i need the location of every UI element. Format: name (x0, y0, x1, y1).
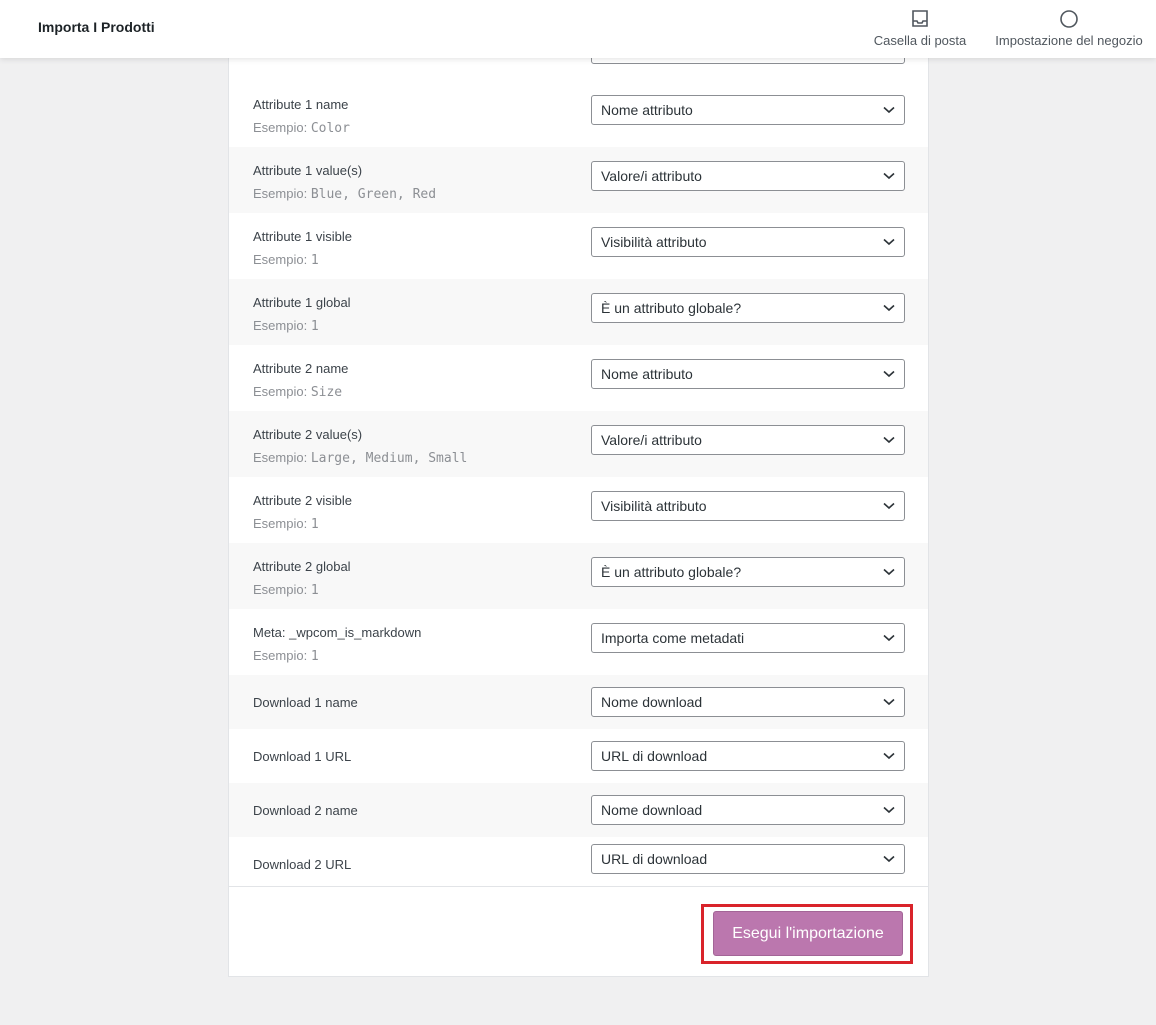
chevron-down-icon (883, 304, 895, 312)
column-example: Esempio: 1 (253, 648, 319, 664)
column-label: Attribute 1 global (253, 295, 351, 310)
chevron-down-icon (883, 172, 895, 180)
chevron-down-icon (883, 806, 895, 814)
column-label: Download 1 name (253, 695, 358, 710)
chevron-down-icon (883, 855, 895, 863)
chevron-down-icon (883, 568, 895, 576)
column-label: Attribute 1 name (253, 97, 349, 112)
column-example: Esempio: Blue, Green, Red (253, 186, 437, 202)
mapping-row: Attribute 2 global Esempio: 1 È un attri… (229, 543, 928, 609)
mapping-row: Attribute 1 value(s) Esempio: Blue, Gree… (229, 147, 928, 213)
mapping-row: Attribute 1 global Esempio: 1 È un attri… (229, 279, 928, 345)
chevron-down-icon (883, 370, 895, 378)
mapping-select[interactable]: Nome download (591, 795, 905, 825)
mapping-select[interactable]: Nome download (591, 687, 905, 717)
column-example: Esempio: 1 (253, 252, 319, 268)
column-example: Esempio: 1 (253, 318, 319, 334)
chevron-down-icon (883, 106, 895, 114)
store-settings-label: Impostazione del negozio (995, 33, 1143, 48)
chevron-down-icon (883, 698, 895, 706)
mapping-row: Download 1 name Nome download (229, 675, 928, 729)
mapping-select[interactable]: URL di download (591, 741, 905, 771)
chevron-down-icon (883, 238, 895, 246)
mapping-row: Download 1 URL URL di download (229, 729, 928, 783)
top-bar: Importa I Prodotti Casella di posta Impo… (0, 0, 1156, 58)
mapping-row: Attribute 1 visible Esempio: 1 Visibilit… (229, 213, 928, 279)
column-label: Attribute 2 value(s) (253, 427, 363, 442)
mapping-select[interactable]: È un attributo globale? (591, 557, 905, 587)
mapping-select[interactable]: Visibilità attributo (591, 491, 905, 521)
inbox-label: Casella di posta (873, 33, 967, 48)
mapping-select[interactable]: URL di download (591, 844, 905, 874)
page-title: Importa I Prodotti (38, 19, 155, 35)
mapping-row: Attribute 1 name Esempio: Color Nome att… (229, 81, 928, 147)
store-settings-button[interactable]: Impostazione del negozio (985, 8, 1153, 48)
column-label: Download 2 URL (253, 857, 352, 872)
column-label: Download 1 URL (253, 749, 352, 764)
column-label: Download 2 name (253, 803, 358, 818)
mapping-row: Attribute 2 value(s) Esempio: Large, Med… (229, 411, 928, 477)
column-label: Attribute 2 visible (253, 493, 352, 508)
column-example: Esempio: Color (253, 120, 350, 136)
mapping-select[interactable]: Importa come metadati (591, 623, 905, 653)
mapping-row: Download 2 URL URL di download (229, 837, 928, 886)
column-example: Esempio: 1 (253, 516, 319, 532)
column-label: Attribute 2 name (253, 361, 349, 376)
mapping-select[interactable]: Visibilità attributo (591, 227, 905, 257)
mapping-row: Download 2 name Nome download (229, 783, 928, 837)
chevron-down-icon (883, 752, 895, 760)
mapping-row: Attribute 2 visible Esempio: 1 Visibilit… (229, 477, 928, 543)
panel-footer: Esegui l'importazione (229, 886, 928, 976)
store-settings-icon (1060, 10, 1078, 28)
chevron-down-icon (883, 502, 895, 510)
column-label: Meta: _wpcom_is_markdown (253, 625, 422, 640)
inbox-button[interactable]: Casella di posta (864, 8, 976, 48)
column-example: Esempio: Size (253, 384, 343, 400)
column-label: Attribute 1 visible (253, 229, 352, 244)
inbox-icon (912, 10, 928, 27)
mapping-select[interactable]: È un attributo globale? (591, 293, 905, 323)
mapping-row: Attribute 2 name Esempio: Size Nome attr… (229, 345, 928, 411)
mapping-row: Meta: _wpcom_is_markdown Esempio: 1 Impo… (229, 609, 928, 675)
mapping-select[interactable]: Valore/i attributo (591, 425, 905, 455)
mapping-select[interactable]: Nome attributo (591, 359, 905, 389)
chevron-down-icon (883, 436, 895, 444)
column-mapping-panel: Attribute 1 name Esempio: Color Nome att… (228, 20, 929, 977)
chevron-down-icon (883, 634, 895, 642)
mapping-select[interactable]: Nome attributo (591, 95, 905, 125)
column-example: Esempio: 1 (253, 582, 319, 598)
mapping-select[interactable]: Valore/i attributo (591, 161, 905, 191)
run-import-button[interactable]: Esegui l'importazione (713, 911, 903, 956)
column-label: Attribute 2 global (253, 559, 351, 574)
column-label: Attribute 1 value(s) (253, 163, 363, 178)
column-example: Esempio: Large, Medium, Small (253, 450, 468, 466)
